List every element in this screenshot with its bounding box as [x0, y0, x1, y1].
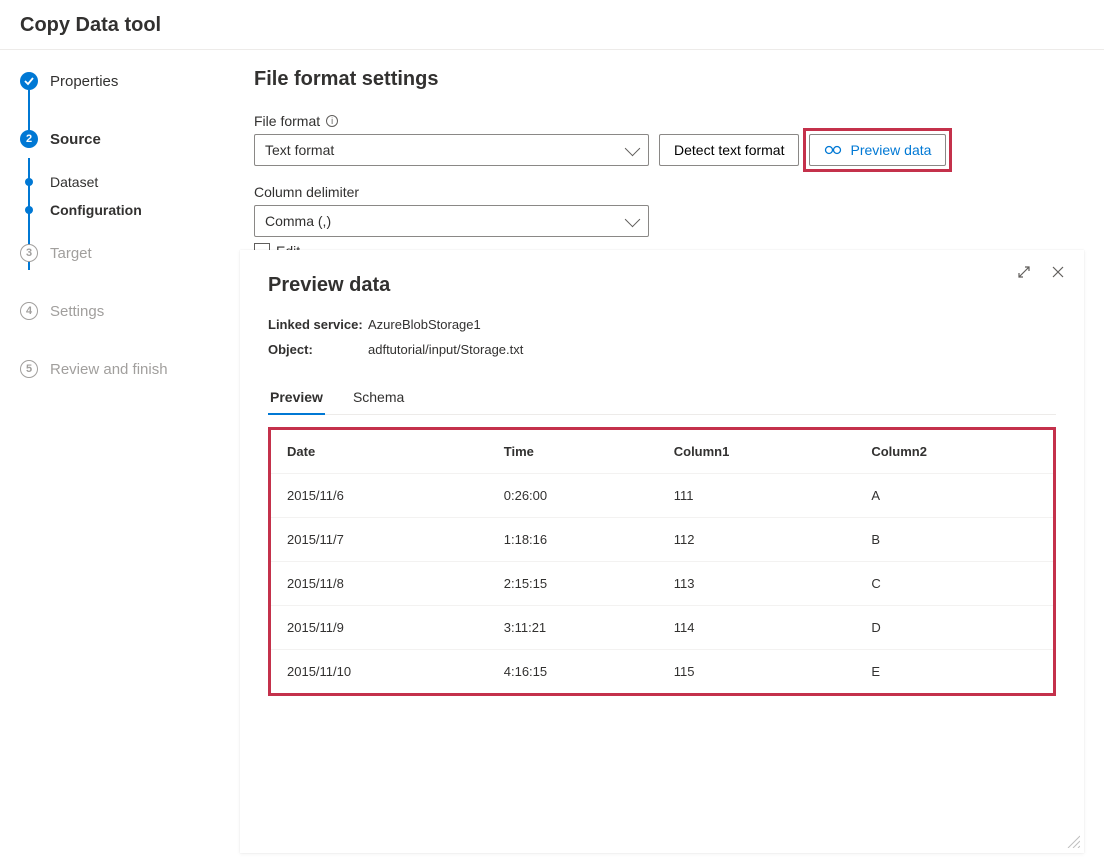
substep-dataset[interactable]: Dataset [20, 174, 230, 190]
tab-schema[interactable]: Schema [351, 381, 406, 414]
step-review[interactable]: 5 Review and finish [20, 360, 230, 378]
page-heading: File format settings [254, 68, 1074, 91]
step-label: Review and finish [50, 361, 168, 378]
annotation-highlight: Date Time Column1 Column2 2015/11/6 0:26… [268, 427, 1056, 696]
chevron-down-icon [625, 140, 641, 156]
table-header-row: Date Time Column1 Column2 [271, 430, 1053, 474]
step-properties[interactable]: Properties [20, 72, 230, 90]
file-format-label: File format i [254, 113, 1074, 129]
file-format-select[interactable]: Text format [254, 134, 649, 166]
preview-tabs: Preview Schema [268, 381, 1056, 415]
step-target[interactable]: 3 Target [20, 244, 230, 262]
close-icon[interactable] [1050, 264, 1066, 280]
col-header[interactable]: Column1 [658, 430, 856, 474]
tab-preview[interactable]: Preview [268, 381, 325, 415]
substep-label: Dataset [50, 174, 98, 190]
step-settings[interactable]: 4 Settings [20, 302, 230, 320]
table-row: 2015/11/6 0:26:00 111 A [271, 474, 1053, 518]
table-row: 2015/11/8 2:15:15 113 C [271, 562, 1053, 606]
col-header[interactable]: Column2 [855, 430, 1053, 474]
wizard-sidebar: Properties 2 Source Dataset Configuratio… [0, 50, 230, 861]
info-icon[interactable]: i [326, 115, 338, 127]
step-number-icon: 5 [20, 360, 38, 378]
table-row: 2015/11/10 4:16:15 115 E [271, 650, 1053, 694]
glasses-icon [824, 145, 842, 155]
step-number-icon: 3 [20, 244, 38, 262]
col-header[interactable]: Time [488, 430, 658, 474]
linked-service-label: Linked service: [268, 317, 368, 332]
main-content: File format settings File format i Text … [230, 50, 1104, 861]
window-title: Copy Data tool [0, 0, 1104, 50]
step-label: Target [50, 245, 92, 262]
step-number-icon: 2 [20, 130, 38, 148]
col-header[interactable]: Date [271, 430, 488, 474]
chevron-down-icon [625, 211, 641, 227]
substep-configuration[interactable]: Configuration [20, 202, 230, 218]
object-label: Object: [268, 342, 368, 357]
preview-table: Date Time Column1 Column2 2015/11/6 0:26… [271, 430, 1053, 693]
step-label: Source [50, 131, 101, 148]
linked-service-value: AzureBlobStorage1 [368, 317, 481, 332]
step-number-icon: 4 [20, 302, 38, 320]
expand-icon[interactable] [1016, 264, 1032, 280]
object-value: adftutorial/input/Storage.txt [368, 342, 523, 357]
detect-format-button[interactable]: Detect text format [659, 134, 799, 166]
column-delimiter-label: Column delimiter [254, 184, 1074, 200]
preview-title: Preview data [268, 274, 1056, 297]
substep-label: Configuration [50, 202, 142, 218]
step-label: Settings [50, 303, 104, 320]
preview-data-button[interactable]: Preview data [809, 134, 946, 166]
table-row: 2015/11/9 3:11:21 114 D [271, 606, 1053, 650]
step-source[interactable]: 2 Source [20, 130, 230, 148]
check-icon [20, 72, 38, 90]
step-label: Properties [50, 73, 118, 90]
preview-panel: Preview data Linked service: AzureBlobSt… [240, 250, 1084, 853]
resize-handle-icon[interactable] [1066, 834, 1080, 851]
annotation-highlight: Preview data [803, 128, 952, 172]
table-row: 2015/11/7 1:18:16 112 B [271, 518, 1053, 562]
column-delimiter-select[interactable]: Comma (,) [254, 205, 649, 237]
